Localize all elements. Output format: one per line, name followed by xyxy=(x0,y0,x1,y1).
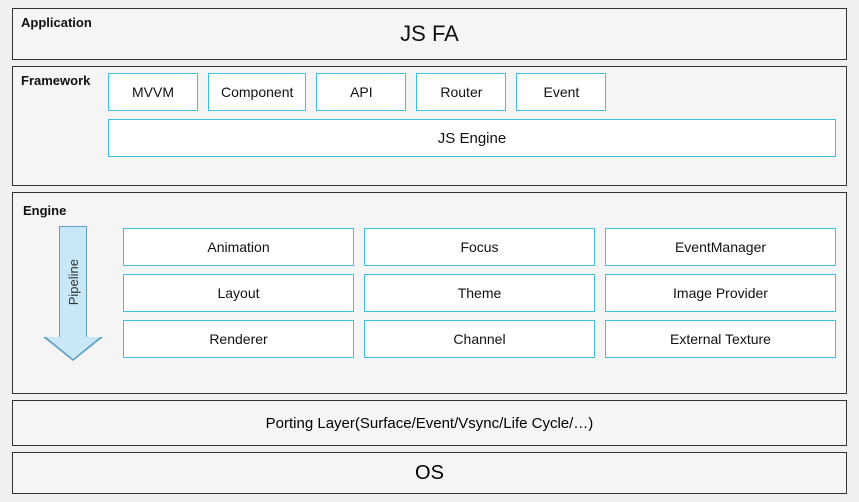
component-label: Component xyxy=(221,84,293,100)
layout-box: Layout xyxy=(123,274,354,312)
router-label: Router xyxy=(440,84,482,100)
eventmanager-box: EventManager xyxy=(605,228,836,266)
theme-label: Theme xyxy=(458,285,502,301)
api-label: API xyxy=(350,84,373,100)
animation-label: Animation xyxy=(207,239,269,255)
engine-row-3: Renderer Channel External Texture xyxy=(123,320,836,358)
focus-box: Focus xyxy=(364,228,595,266)
js-engine-label: JS Engine xyxy=(438,130,506,147)
router-box: Router xyxy=(416,73,506,111)
os-layer: OS xyxy=(12,452,847,494)
layout-label: Layout xyxy=(217,285,259,301)
pipeline-arrow: Pipeline xyxy=(43,226,103,361)
image-provider-box: Image Provider xyxy=(605,274,836,312)
architecture-diagram: Application JS FA Framework MVVM Compone… xyxy=(0,0,859,502)
engine-layer-label: Engine xyxy=(23,203,66,218)
porting-label: Porting Layer(Surface/Event/Vsync/Life C… xyxy=(266,415,594,432)
engine-left: Engine Pipeline xyxy=(23,199,113,387)
pipeline-tip xyxy=(43,337,103,361)
pipeline-shaft: Pipeline xyxy=(59,226,87,337)
engine-row-2: Layout Theme Image Provider xyxy=(123,274,836,312)
engine-layer: Engine Pipeline Animation Focus xyxy=(12,192,847,394)
component-box: Component xyxy=(208,73,306,111)
pipeline-wrapper: Pipeline xyxy=(43,226,103,387)
image-provider-label: Image Provider xyxy=(673,285,768,301)
engine-right: Animation Focus EventManager Layout Them… xyxy=(113,199,836,387)
js-engine-box: JS Engine xyxy=(108,119,836,157)
porting-layer: Porting Layer(Surface/Event/Vsync/Life C… xyxy=(12,400,847,446)
framework-layer-label: Framework xyxy=(21,73,90,88)
focus-label: Focus xyxy=(460,239,498,255)
renderer-label: Renderer xyxy=(209,331,267,347)
pipeline-label: Pipeline xyxy=(66,259,81,305)
animation-box: Animation xyxy=(123,228,354,266)
external-texture-label: External Texture xyxy=(670,331,771,347)
os-label: OS xyxy=(415,462,444,485)
engine-row-1: Animation Focus EventManager xyxy=(123,228,836,266)
js-engine-row: JS Engine xyxy=(108,119,836,157)
channel-label: Channel xyxy=(453,331,505,347)
external-texture-box: External Texture xyxy=(605,320,836,358)
app-layer-label: Application xyxy=(21,15,92,30)
channel-box: Channel xyxy=(364,320,595,358)
theme-box: Theme xyxy=(364,274,595,312)
mvvm-box: MVVM xyxy=(108,73,198,111)
framework-layer: Framework MVVM Component API Router Even… xyxy=(12,66,847,186)
mvvm-label: MVVM xyxy=(132,84,174,100)
framework-boxes: MVVM Component API Router Event xyxy=(108,73,836,111)
event-label: Event xyxy=(543,84,579,100)
app-title: JS FA xyxy=(400,21,459,47)
eventmanager-label: EventManager xyxy=(675,239,766,255)
api-box: API xyxy=(316,73,406,111)
event-box: Event xyxy=(516,73,606,111)
renderer-box: Renderer xyxy=(123,320,354,358)
app-layer: Application JS FA xyxy=(12,8,847,60)
